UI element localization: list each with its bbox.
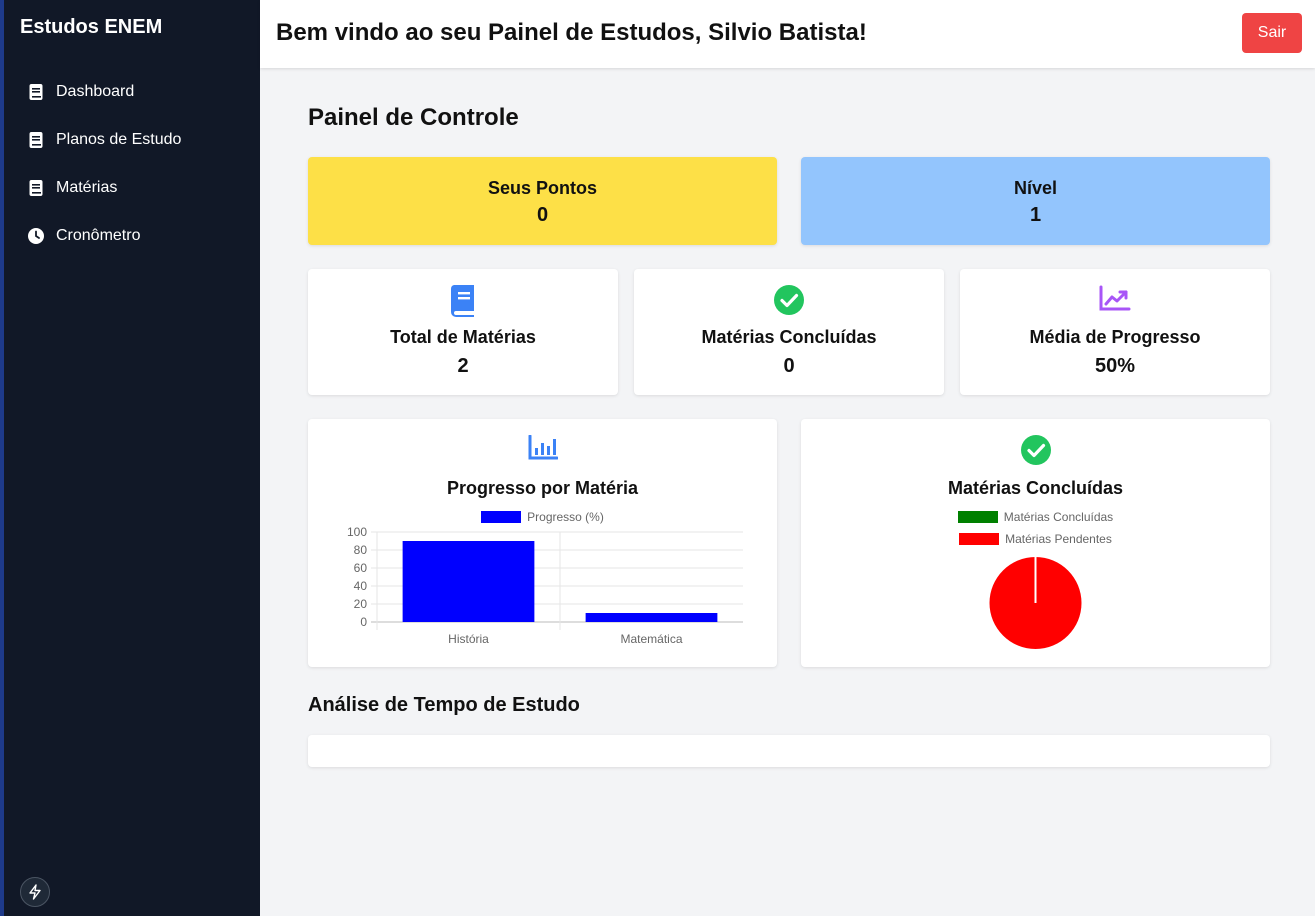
section-title: Análise de Tempo de Estudo	[308, 694, 580, 716]
y-tick-label: 20	[354, 597, 368, 611]
check-circle-icon	[1020, 435, 1051, 465]
level-card: Nível 1	[801, 157, 1270, 245]
stat-label: Total de Matérias	[390, 327, 536, 347]
bar-chart: 0 20 40 60 80 100 História Matemática	[347, 525, 743, 646]
y-tick-label: 80	[354, 543, 368, 557]
bar-chart-icon	[528, 434, 558, 465]
sidebar-item-label: Planos de Estudo	[56, 131, 182, 148]
sidebar-item-dashboard[interactable]: Dashboard	[28, 80, 181, 104]
welcome-message: Bem vindo ao seu Painel de Estudos, Silv…	[276, 19, 867, 46]
stat-value: 0	[783, 355, 795, 377]
book-icon	[28, 180, 44, 196]
sidebar-item-label: Matérias	[56, 179, 118, 196]
check-circle-icon	[774, 285, 804, 317]
points-value: 0	[536, 204, 549, 226]
clock-icon	[28, 228, 44, 244]
legend-swatch	[959, 533, 1000, 545]
stat-label: Média de Progresso	[1029, 327, 1201, 347]
sidebar-item-cronometro[interactable]: Cronômetro	[28, 224, 181, 248]
chart-title: Matérias Concluídas	[947, 478, 1124, 498]
y-tick-label: 100	[347, 525, 367, 539]
top-header: Bem vindo ao seu Painel de Estudos, Silv…	[260, 0, 1315, 68]
level-value: 1	[1029, 204, 1042, 226]
x-tick-label: História	[448, 632, 489, 646]
chart-legend-item: Matérias Pendentes	[801, 532, 1270, 546]
y-tick-label: 0	[360, 615, 367, 629]
stat-card-media-progresso: Média de Progresso 50%	[960, 269, 1270, 395]
book-icon	[28, 132, 44, 148]
sidebar-item-label: Cronômetro	[56, 227, 141, 244]
legend-label: Matérias Pendentes	[1005, 532, 1112, 546]
points-label: Seus Pontos	[487, 178, 598, 198]
book-icon	[450, 285, 476, 317]
stat-label: Matérias Concluídas	[701, 327, 877, 347]
bar	[402, 541, 535, 622]
stat-card-materias-concluidas: Matérias Concluídas 0	[634, 269, 944, 395]
sidebar: Estudos ENEM Dashboard Planos de Estudo …	[0, 0, 260, 916]
progress-chart-card: Progresso por Matéria Progresso (%) 0 20 4…	[308, 419, 777, 667]
book-icon	[28, 84, 44, 100]
sidebar-item-materias[interactable]: Matérias	[28, 176, 181, 200]
logout-button[interactable]: Sair	[1242, 13, 1302, 53]
chart-legend: Progresso (%)	[308, 510, 777, 524]
sidebar-nav: Dashboard Planos de Estudo Matérias Cron…	[28, 80, 181, 272]
stat-value: 50%	[1094, 355, 1136, 377]
legend-label: Matérias Concluídas	[1003, 510, 1114, 524]
chart-line-icon	[1099, 285, 1131, 317]
chart-title: Progresso por Matéria	[446, 478, 639, 498]
stat-card-total-materias: Total de Matérias 2	[308, 269, 618, 395]
bolt-icon[interactable]	[20, 877, 50, 907]
legend-swatch	[481, 511, 522, 523]
page-title: Painel de Controle	[308, 104, 519, 131]
sidebar-item-label: Dashboard	[56, 83, 135, 100]
bar	[585, 613, 718, 622]
level-label: Nível	[1013, 178, 1058, 198]
sidebar-item-planos[interactable]: Planos de Estudo	[28, 128, 181, 152]
time-analysis-panel	[308, 735, 1270, 767]
y-tick-label: 60	[354, 561, 368, 575]
y-tick-label: 40	[354, 579, 368, 593]
app-brand: Estudos ENEM	[20, 16, 163, 38]
chart-legend-item: Matérias Concluídas	[801, 510, 1270, 524]
x-tick-label: Matemática	[620, 632, 682, 646]
completed-chart-card: Matérias Concluídas Matérias Concluídas …	[801, 419, 1270, 667]
points-card: Seus Pontos 0	[308, 157, 777, 245]
stat-value: 2	[457, 355, 469, 377]
legend-label: Progresso (%)	[527, 510, 604, 524]
pie-chart	[989, 557, 1082, 649]
legend-swatch	[957, 511, 998, 523]
